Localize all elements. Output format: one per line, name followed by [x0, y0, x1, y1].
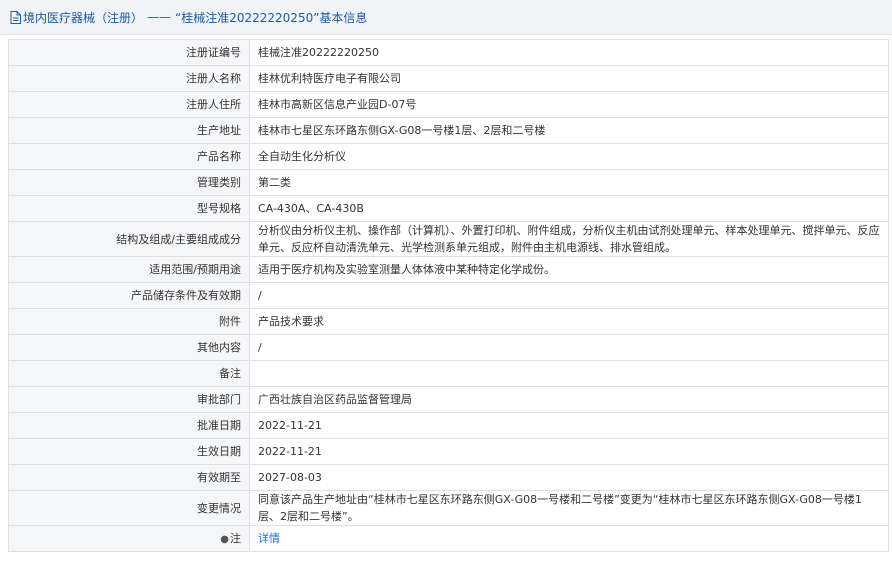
field-label: 备注: [8, 360, 250, 387]
table-row: 生产地址 桂林市七星区东环路东侧GX-G08一号楼1层、2层和二号楼: [8, 117, 889, 144]
field-label: 附件: [8, 308, 250, 335]
field-value: 桂械注准20222220250: [249, 39, 889, 66]
table-row: 附件 产品技术要求: [8, 308, 889, 335]
field-value: [249, 360, 889, 387]
field-label: 生产地址: [8, 117, 250, 144]
field-label: 审批部门: [8, 386, 250, 413]
registration-info-table: 注册证编号 桂械注准20222220250 注册人名称 桂林优利特医疗电子有限公…: [8, 39, 889, 552]
field-value: 桂林市七星区东环路东侧GX-G08一号楼1层、2层和二号楼: [249, 117, 889, 144]
field-label: 产品储存条件及有效期: [8, 282, 250, 309]
field-value: CA-430A、CA-430B: [249, 195, 889, 222]
note-row: ●注 详情: [8, 525, 889, 552]
field-label: 结构及组成/主要组成成分: [8, 221, 250, 257]
note-label-cell: ●注: [8, 525, 250, 552]
field-label: 生效日期: [8, 438, 250, 465]
field-label: 适用范围/预期用途: [8, 256, 250, 283]
field-label: 其他内容: [8, 334, 250, 361]
table-row: 适用范围/预期用途 适用于医疗机构及实验室测量人体体液中某种特定化学成份。: [8, 256, 889, 283]
field-value: 同意该产品生产地址由“桂林市七星区东环路东侧GX-G08一号楼和二号楼”变更为“…: [249, 490, 889, 526]
field-value: 分析仪由分析仪主机、操作部（计算机）、外置打印机、附件组成，分析仪主机由试剂处理…: [249, 221, 889, 257]
field-label: 管理类别: [8, 169, 250, 196]
breadcrumb-root[interactable]: 境内医疗器械（注册）: [23, 9, 143, 26]
field-value: 全自动生化分析仪: [249, 143, 889, 170]
breadcrumb-separator: ——: [147, 10, 172, 24]
field-label: 产品名称: [8, 143, 250, 170]
field-label: 型号规格: [8, 195, 250, 222]
field-value: 2022-11-21: [249, 438, 889, 465]
table-row: 管理类别 第二类: [8, 169, 889, 196]
table-row: 备注: [8, 360, 889, 387]
note-value-cell: 详情: [249, 525, 889, 552]
field-value: 桂林优利特医疗电子有限公司: [249, 65, 889, 92]
field-value: /: [249, 334, 889, 361]
pin-icon: ●: [220, 533, 229, 545]
field-value: 广西壮族自治区药品监督管理局: [249, 386, 889, 413]
field-label: 变更情况: [8, 490, 250, 526]
note-label: 注: [230, 531, 241, 545]
field-value: /: [249, 282, 889, 309]
document-icon: [10, 10, 21, 24]
table-row: 有效期至 2027-08-03: [8, 464, 889, 491]
table-row: 注册证编号 桂械注准20222220250: [8, 39, 889, 66]
table-row: 产品名称 全自动生化分析仪: [8, 143, 889, 170]
field-value: 2022-11-21: [249, 412, 889, 439]
table-row: 生效日期 2022-11-21: [8, 438, 889, 465]
field-value: 2027-08-03: [249, 464, 889, 491]
table-row: 批准日期 2022-11-21: [8, 412, 889, 439]
field-value: 适用于医疗机构及实验室测量人体体液中某种特定化学成份。: [249, 256, 889, 283]
table-row: 注册人住所 桂林市高新区信息产业园D-07号: [8, 91, 889, 118]
field-label: 批准日期: [8, 412, 250, 439]
details-link[interactable]: 详情: [258, 532, 280, 545]
table-row: 审批部门 广西壮族自治区药品监督管理局: [8, 386, 889, 413]
field-label: 注册人名称: [8, 65, 250, 92]
table-row: 变更情况 同意该产品生产地址由“桂林市七星区东环路东侧GX-G08一号楼和二号楼…: [8, 490, 889, 526]
table-row: 其他内容 /: [8, 334, 889, 361]
field-label: 注册人住所: [8, 91, 250, 118]
page-header: 境内医疗器械（注册） —— “桂械注准20222220250”基本信息: [0, 0, 892, 35]
table-row: 注册人名称 桂林优利特医疗电子有限公司: [8, 65, 889, 92]
field-value: 产品技术要求: [249, 308, 889, 335]
field-label: 有效期至: [8, 464, 250, 491]
field-label: 注册证编号: [8, 39, 250, 66]
table-row: 型号规格 CA-430A、CA-430B: [8, 195, 889, 222]
table-row: 产品储存条件及有效期 /: [8, 282, 889, 309]
table-row: 结构及组成/主要组成成分 分析仪由分析仪主机、操作部（计算机）、外置打印机、附件…: [8, 221, 889, 257]
field-value: 桂林市高新区信息产业园D-07号: [249, 91, 889, 118]
field-value: 第二类: [249, 169, 889, 196]
page-title: “桂械注准20222220250”基本信息: [175, 10, 368, 25]
